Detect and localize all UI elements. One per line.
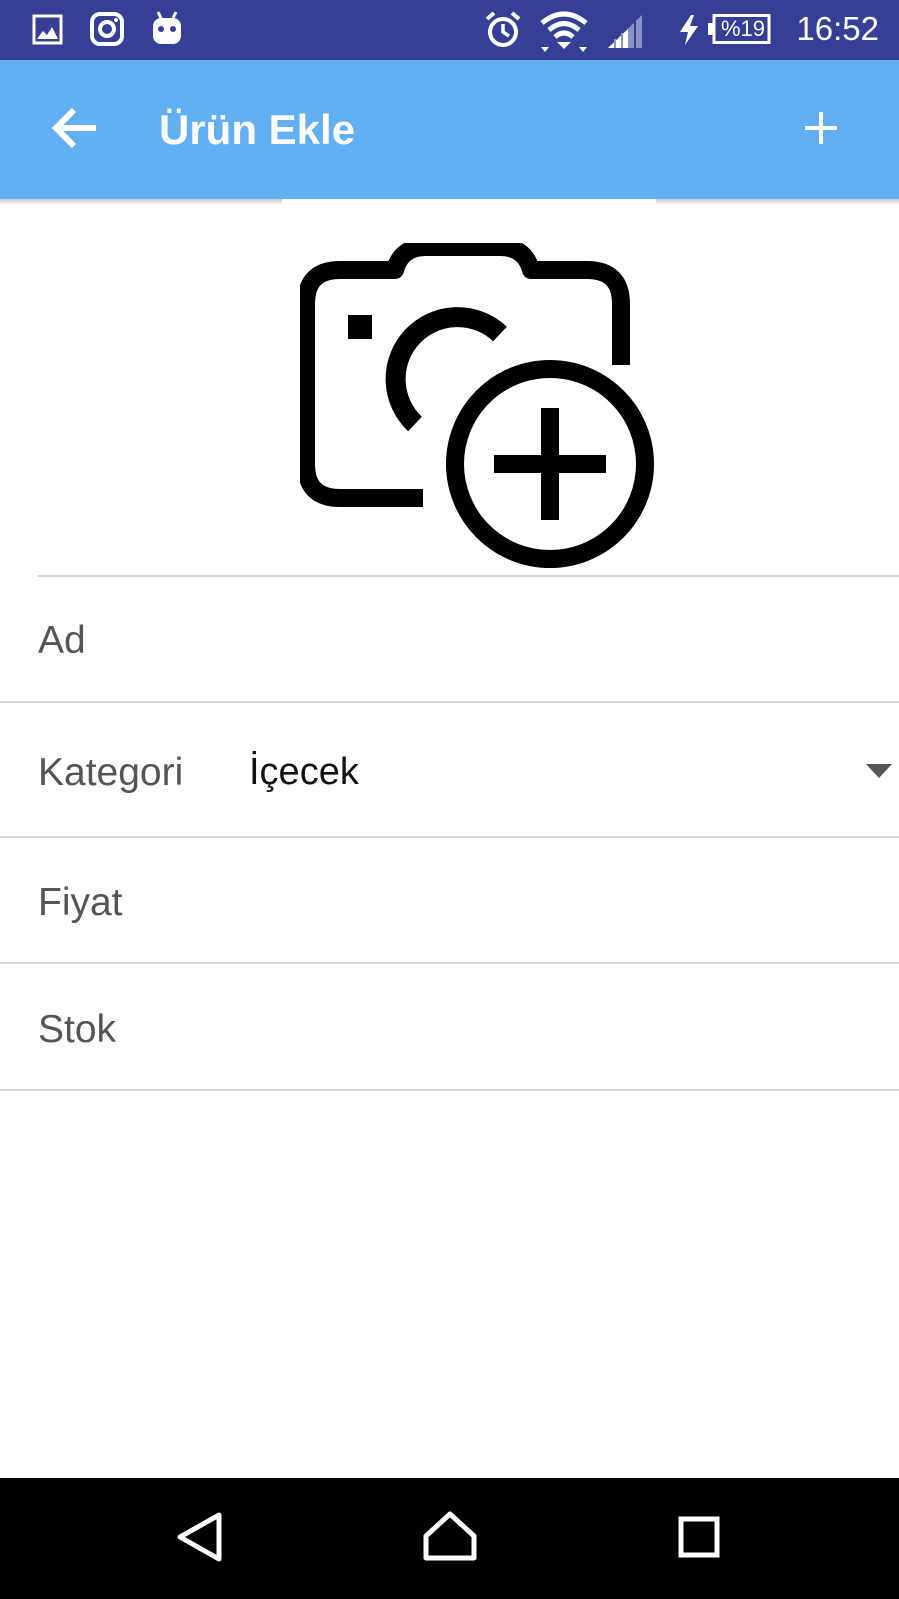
- nav-recents-button[interactable]: [664, 1502, 734, 1572]
- battery-indicator: %19: [707, 14, 771, 44]
- price-field[interactable]: [0, 838, 899, 962]
- add-product-button[interactable]: [786, 96, 856, 160]
- signal-icon: [608, 15, 642, 48]
- instagram-icon: [90, 12, 124, 46]
- nav-home-icon: [423, 1511, 477, 1561]
- nav-back-icon: [177, 1512, 222, 1562]
- gallery-icon: [32, 14, 63, 45]
- nav-back-button[interactable]: [165, 1502, 235, 1572]
- page-title: Ürün Ekle: [159, 106, 356, 153]
- navigation-bar: [0, 1478, 899, 1599]
- add-photo-button[interactable]: [297, 238, 660, 579]
- category-spinner-value[interactable]: İçecek: [249, 749, 359, 795]
- app-bar: Ürün Ekle: [0, 60, 899, 199]
- name-label: Ad: [38, 619, 86, 662]
- nav-recents-icon: [678, 1516, 720, 1558]
- status-time: 16:52: [796, 10, 879, 47]
- battery-percentage: %19: [720, 16, 766, 41]
- android-icon: [153, 11, 181, 44]
- nav-home-button[interactable]: [415, 1502, 485, 1572]
- app-bar-shadow: [0, 199, 282, 205]
- name-field[interactable]: [0, 577, 899, 701]
- app-bar-shadow: [656, 199, 899, 205]
- stock-field[interactable]: [0, 964, 899, 1089]
- wifi-icon: [540, 11, 588, 52]
- dropdown-arrow-icon[interactable]: [866, 764, 892, 778]
- back-button[interactable]: [40, 96, 110, 160]
- status-bar: %19 16:52: [0, 0, 899, 60]
- stock-label: Stok: [38, 1008, 117, 1051]
- plus-icon: [805, 112, 837, 144]
- divider: [0, 1089, 899, 1091]
- price-label: Fiyat: [38, 881, 123, 924]
- category-spinner[interactable]: [0, 703, 899, 836]
- arrow-back-icon: [51, 107, 96, 149]
- charging-icon: [680, 15, 698, 45]
- alarm-icon: [485, 11, 521, 47]
- add-a-photo-icon: [297, 238, 654, 568]
